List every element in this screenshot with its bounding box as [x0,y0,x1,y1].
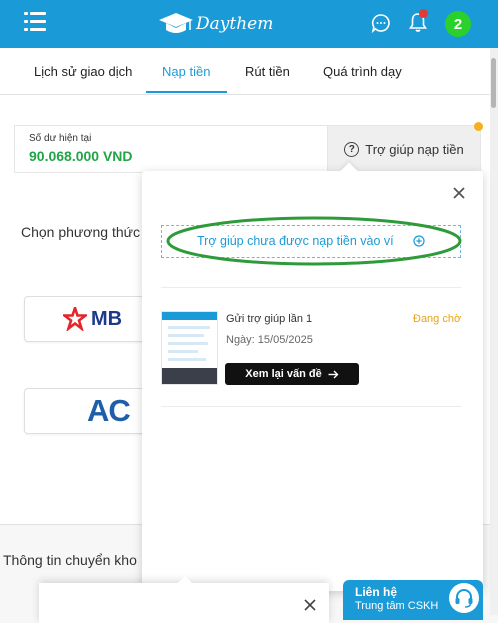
headset-icon [449,583,479,613]
logo-text: Daythem [196,14,274,34]
acb-logo: AC [87,393,131,428]
tab-bar: Lịch sử giao dịch Nạp tiền Rút tiền Quá … [0,48,490,95]
review-issue-label: Xem lại vấn đề [245,368,322,380]
arrow-right-icon [328,370,339,378]
notification-dot [419,9,428,18]
mb-logo: MB [63,307,122,331]
request-date: Ngày: 15/05/2025 [226,334,313,346]
review-issue-button[interactable]: Xem lại vấn đề [225,363,359,385]
logo[interactable]: Daythem [158,9,273,39]
avatar[interactable]: 2 [445,11,471,37]
highlight-ellipse [166,216,462,266]
popover-separator [161,287,461,288]
top-bar: Daythem 2 [0,0,498,48]
tab-withdraw[interactable]: Rút tiền [245,48,290,94]
mb-star-icon [63,307,87,331]
close-icon[interactable] [452,186,466,200]
request-thumbnail[interactable] [161,311,218,385]
balance-value: 90.068.000 VND [29,148,133,164]
scrollbar[interactable] [490,48,498,615]
deposit-help-label: Trợ giúp nạp tiền [365,141,464,157]
popover-separator [161,406,461,407]
tab-teaching-process[interactable]: Quá trình dạy [323,48,402,94]
close-icon[interactable] [304,599,316,611]
tab-transaction-history[interactable]: Lịch sử giao dịch [34,48,132,94]
support-subtitle: Trung tâm CSKH [355,600,439,612]
graduation-cap-icon [159,13,193,33]
chat-icon[interactable] [371,13,391,33]
balance-box: Số dư hiện tại 90.068.000 VND [14,125,328,173]
request-title: Gửi trợ giúp lần 1 [226,313,313,325]
choose-method-label: Chọn phương thức [21,224,140,240]
help-indicator-dot [474,122,483,131]
active-tab-indicator [146,91,227,93]
customer-support-widget[interactable]: Liên hệ Trung tâm CSKH [343,580,483,620]
support-title: Liên hệ [355,585,398,599]
tab-deposit[interactable]: Nạp tiền [162,48,210,94]
question-icon: ? [344,141,360,157]
scrollbar-thumb[interactable] [491,58,496,108]
request-status-badge: Đang chờ [413,313,462,325]
transfer-info-label: Thông tin chuyển kho [3,552,137,568]
balance-label: Số dư hiện tại [29,133,92,144]
hamburger-menu-icon[interactable] [24,12,46,32]
